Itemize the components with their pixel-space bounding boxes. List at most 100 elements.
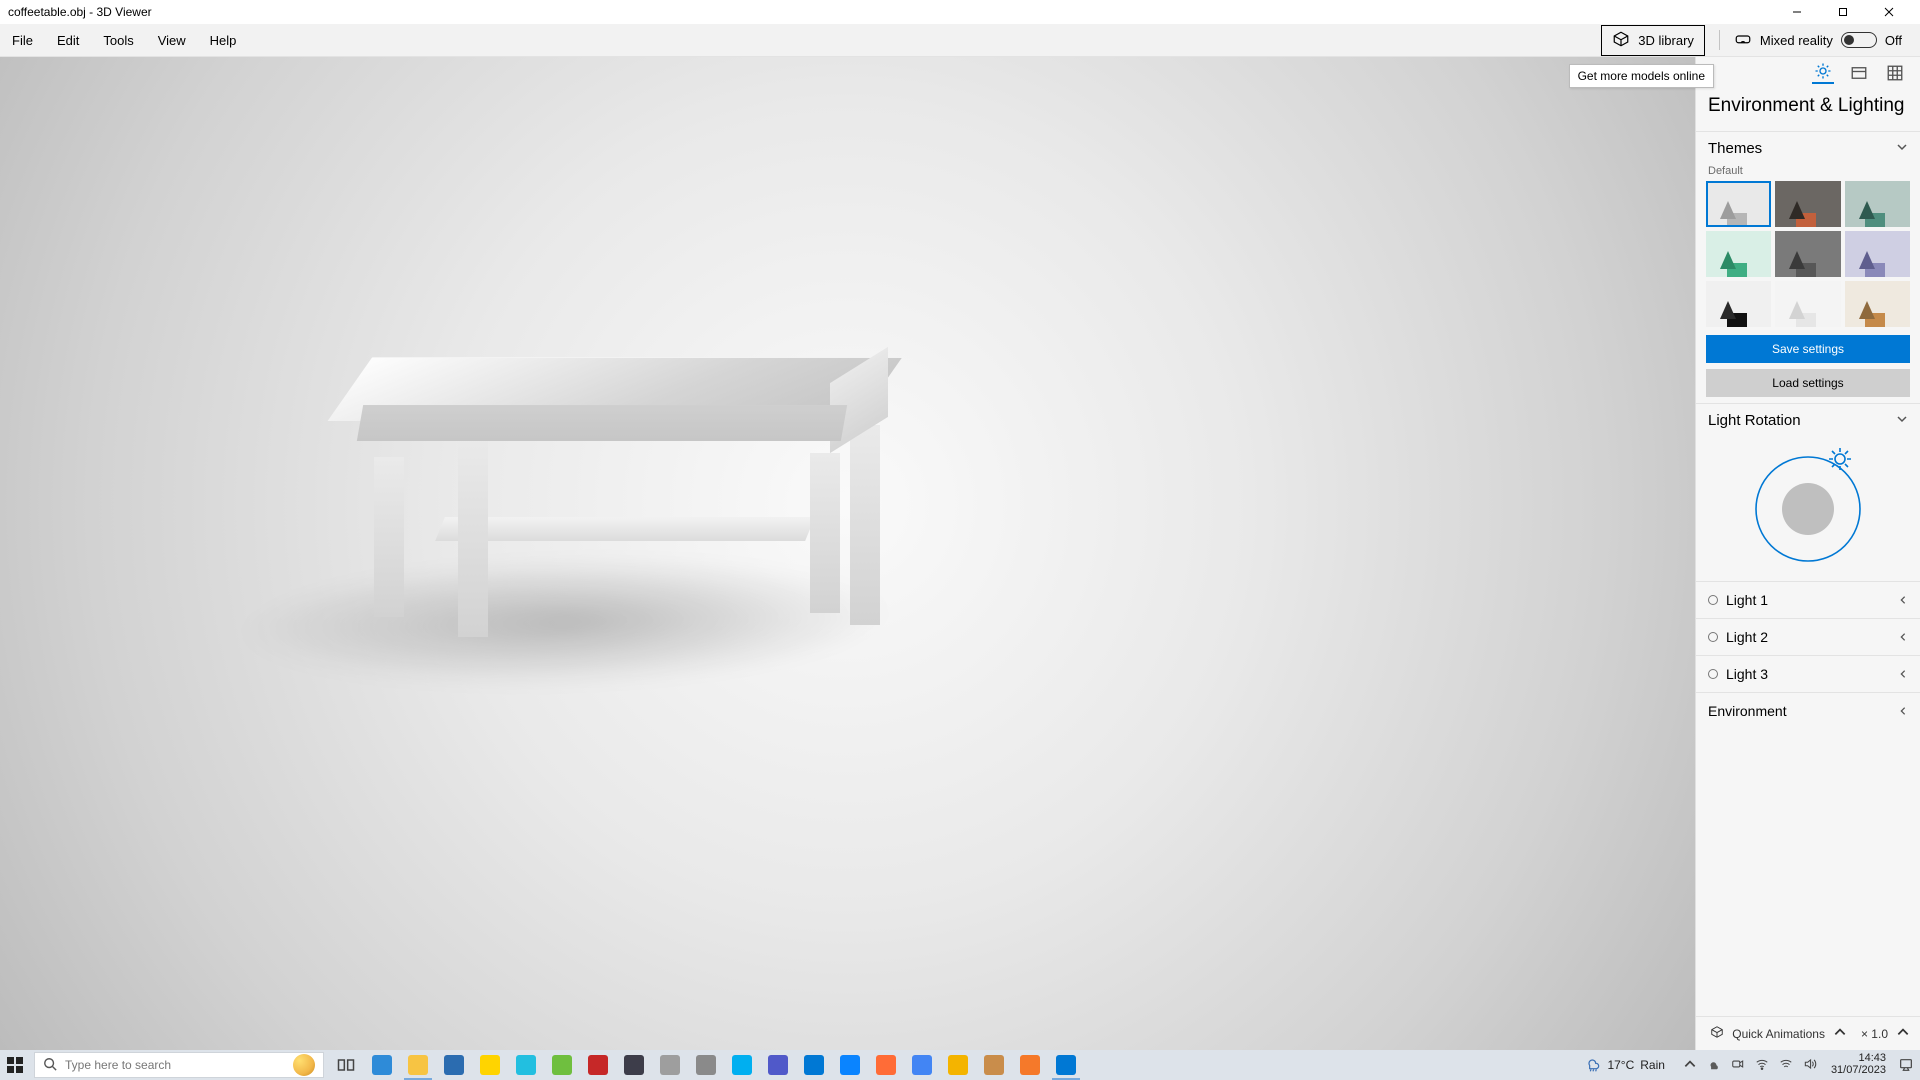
taskbar-app-3d-viewer[interactable] [1048,1050,1084,1080]
panel-tab-strip [1696,57,1920,89]
taskbar-app-microsoft-store[interactable] [436,1050,472,1080]
radio-icon [1708,669,1718,679]
model-coffeetable [350,357,890,637]
environment-label: Environment [1708,703,1787,719]
search-icon [43,1057,57,1074]
theme-swatch-1[interactable] [1775,181,1840,227]
headset-icon [1734,30,1752,51]
maximize-button[interactable] [1820,0,1866,24]
save-settings-button[interactable]: Save settings [1706,335,1910,363]
theme-swatch-3[interactable] [1706,231,1771,277]
theme-swatch-0[interactable] [1706,181,1771,227]
section-themes: Themes Default Save settings Load settin… [1696,131,1920,403]
cube-icon [1612,30,1630,51]
taskbar-app-app-red-v[interactable] [580,1050,616,1080]
taskbar-app-app-dark1[interactable] [616,1050,652,1080]
close-button[interactable] [1866,0,1912,24]
title-bar: coffeetable.obj - 3D Viewer [0,0,1920,24]
taskbar-app-app-green[interactable] [544,1050,580,1080]
light-rotation-label: Light Rotation [1708,412,1801,429]
taskbar-app-app-grey-diamond[interactable] [652,1050,688,1080]
themes-grid [1696,181,1920,335]
taskbar: Type here to search 17°C Rain 14:43 31/0… [0,1050,1920,1080]
clock[interactable]: 14:43 31/07/2023 [1825,1053,1892,1076]
tab-grid[interactable] [1884,62,1906,84]
taskbar-app-vscode[interactable] [796,1050,832,1080]
theme-swatch-8[interactable] [1845,281,1910,327]
taskbar-app-thunderbird[interactable] [832,1050,868,1080]
taskbar-app-skype[interactable] [724,1050,760,1080]
light-rotation-dial[interactable] [1696,437,1920,581]
section-environment[interactable]: Environment [1696,692,1920,729]
library-tooltip: Get more models online [1569,64,1714,88]
menu-view[interactable]: View [146,24,198,56]
window-title: coffeetable.obj - 3D Viewer [8,5,152,19]
menu-tools[interactable]: Tools [91,24,145,56]
theme-swatch-6[interactable] [1706,281,1771,327]
light-rotation-header[interactable]: Light Rotation [1696,404,1920,437]
menu-help[interactable]: Help [198,24,249,56]
menu-bar: File Edit Tools View Help 3D library Mix… [0,24,1920,57]
search-placeholder: Type here to search [65,1058,171,1072]
start-button[interactable] [0,1050,30,1080]
light-label: Light 3 [1726,666,1768,682]
mixed-reality-toggle[interactable] [1841,32,1877,48]
taskbar-apps [328,1050,1084,1080]
system-tray[interactable] [1675,1057,1825,1074]
minimize-button[interactable] [1774,0,1820,24]
chevron-left-icon [1898,666,1908,682]
taskbar-app-chrome[interactable] [940,1050,976,1080]
zoom-level[interactable]: × 1.0 [1861,1027,1888,1041]
divider [1719,30,1720,50]
menu-file[interactable]: File [0,24,45,56]
light-row-3[interactable]: Light 3 [1696,655,1920,692]
panel-footer: Quick Animations × 1.0 [1696,1016,1920,1050]
weather-temp: 17°C [1607,1058,1634,1072]
themes-header[interactable]: Themes [1696,132,1920,165]
meet-now-icon[interactable] [1731,1057,1745,1074]
tab-environment[interactable] [1812,62,1834,84]
taskbar-app-app-cube[interactable] [976,1050,1012,1080]
menu-edit[interactable]: Edit [45,24,91,56]
taskbar-app-chrome-alt[interactable] [904,1050,940,1080]
tab-stats[interactable] [1848,62,1870,84]
light-row-1[interactable]: Light 1 [1696,581,1920,618]
light-row-2[interactable]: Light 2 [1696,618,1920,655]
cube-icon [1710,1025,1724,1042]
volume-icon[interactable] [1803,1057,1817,1074]
mixed-reality-group: Mixed reality Off [1734,30,1920,51]
rain-icon [1585,1056,1601,1075]
taskbar-app-app-grey-sphere[interactable] [688,1050,724,1080]
themes-label: Themes [1708,140,1762,157]
taskbar-app-file-explorer[interactable] [400,1050,436,1080]
taskbar-app-app-yellow[interactable] [472,1050,508,1080]
weather-widget[interactable]: 17°C Rain [1575,1056,1675,1075]
chevron-up-icon [1833,1025,1847,1042]
3d-library-button[interactable]: 3D library [1601,25,1705,56]
chevron-left-icon [1898,703,1908,719]
taskbar-app-app-cyan[interactable] [508,1050,544,1080]
cortana-icon[interactable] [293,1054,315,1076]
taskbar-app-task-view[interactable] [328,1050,364,1080]
theme-swatch-7[interactable] [1775,281,1840,327]
chevron-up-icon[interactable] [1683,1057,1697,1074]
onedrive-icon[interactable] [1707,1057,1721,1074]
chevron-left-icon [1898,629,1908,645]
clock-date: 31/07/2023 [1831,1065,1886,1077]
taskbar-app-blender[interactable] [1012,1050,1048,1080]
network-icon[interactable] [1755,1057,1769,1074]
taskbar-app-teams[interactable] [760,1050,796,1080]
3d-viewport[interactable] [0,57,1695,1050]
taskbar-app-postman[interactable] [868,1050,904,1080]
quick-animations-button[interactable]: Quick Animations [1732,1027,1825,1041]
action-center-button[interactable] [1892,1050,1920,1080]
light-label: Light 2 [1726,629,1768,645]
load-settings-button[interactable]: Load settings [1706,369,1910,397]
theme-swatch-5[interactable] [1845,231,1910,277]
radio-icon [1708,632,1718,642]
theme-swatch-2[interactable] [1845,181,1910,227]
taskbar-search[interactable]: Type here to search [34,1052,324,1078]
theme-swatch-4[interactable] [1775,231,1840,277]
taskbar-app-edge[interactable] [364,1050,400,1080]
wifi-icon[interactable] [1779,1057,1793,1074]
